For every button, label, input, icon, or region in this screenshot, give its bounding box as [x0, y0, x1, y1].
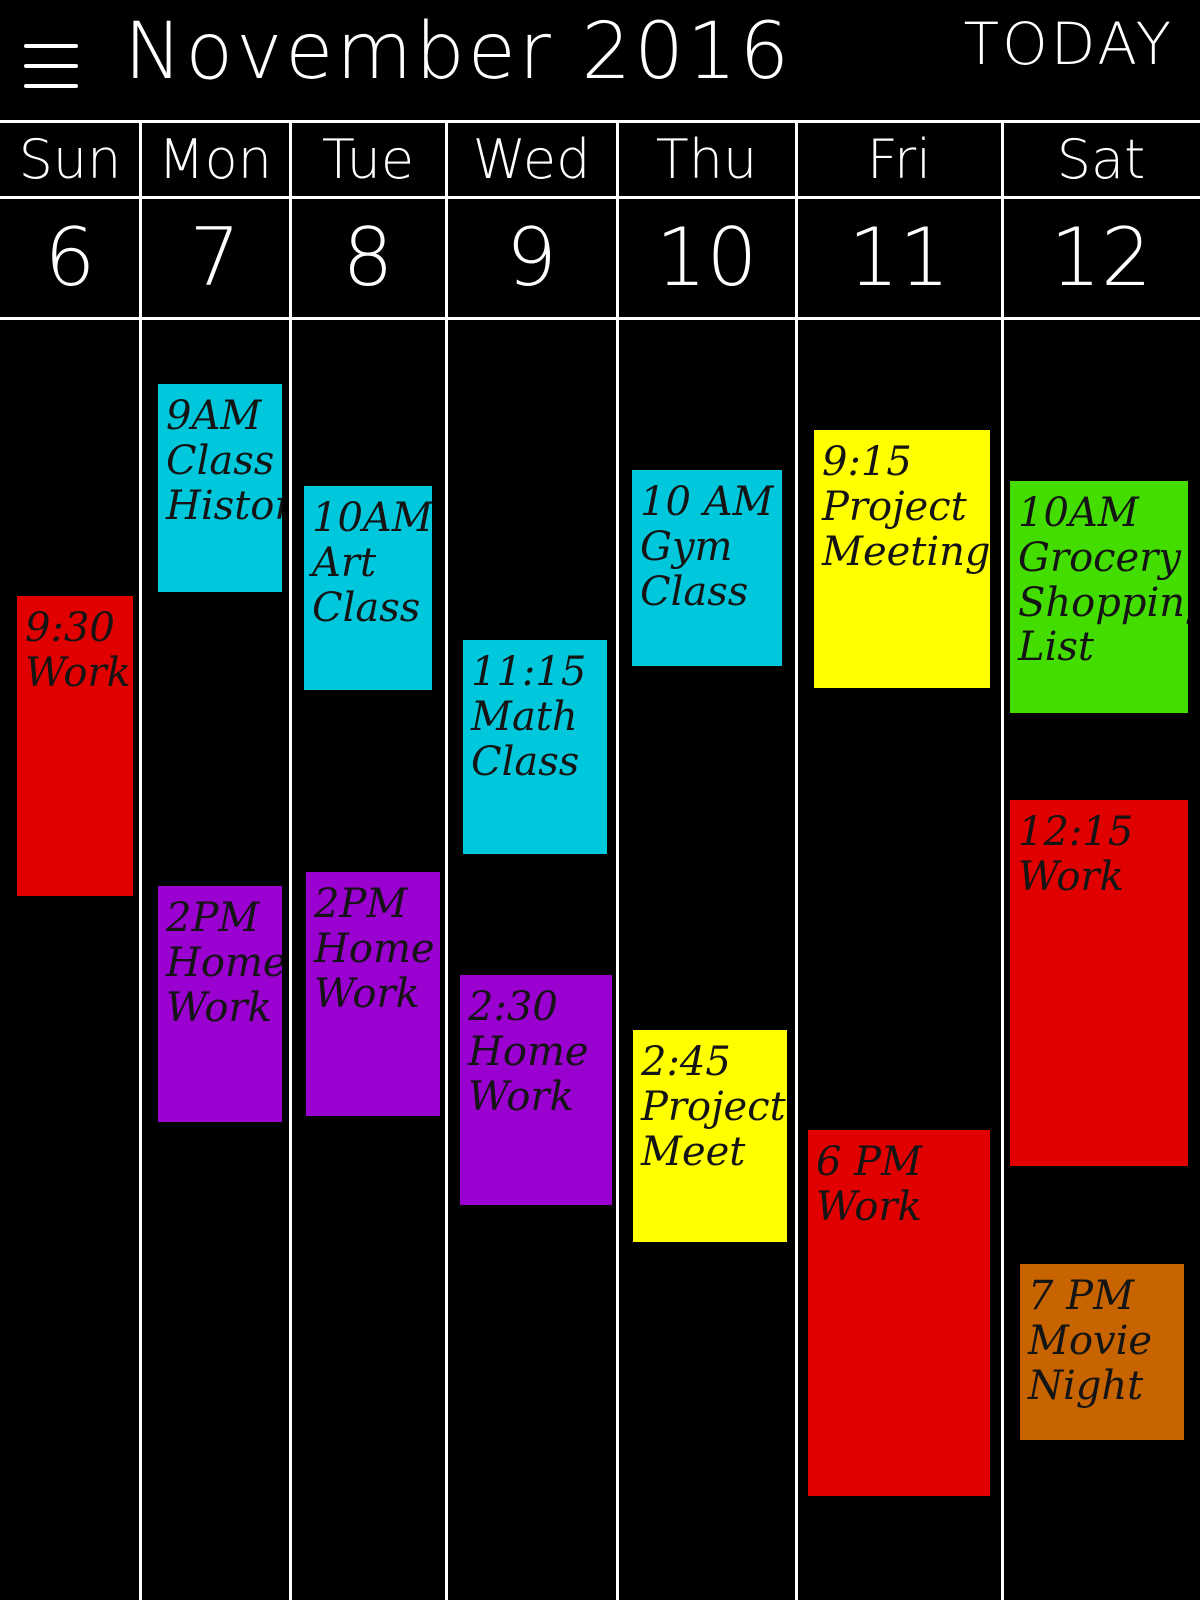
menu-bar-bottom: [24, 84, 78, 88]
event-time: 11:15: [471, 649, 587, 695]
event-sun-work[interactable]: 9:30 Work: [17, 596, 133, 896]
day-header-thu[interactable]: Thu: [617, 124, 796, 196]
event-fri-project-meeting[interactable]: 9:15 Project Meeting: [814, 430, 990, 688]
event-title: Grocery Shopping List: [1018, 534, 1188, 671]
event-mon-home-work[interactable]: 2PM Home Work: [158, 886, 282, 1122]
event-tue-art-class[interactable]: 10AM Art Class: [304, 486, 432, 690]
day-header-sat[interactable]: Sat: [1002, 124, 1200, 196]
event-title: Work: [1018, 853, 1124, 900]
event-thu-gym-class[interactable]: 10 AM Gym Class: [632, 470, 782, 666]
event-time: 2PM: [314, 881, 408, 927]
event-wed-home-work[interactable]: 2:30 Home Work: [460, 975, 612, 1205]
event-time: 10AM: [312, 495, 432, 541]
event-title: Art Class: [312, 539, 421, 631]
event-mon-class-history[interactable]: 9AMClass History: [158, 384, 282, 592]
hamburger-menu-icon[interactable]: [22, 40, 82, 96]
grid-vertical-line: [445, 120, 448, 1600]
today-button[interactable]: TODAY: [964, 10, 1174, 80]
grid-horizontal-line: [0, 317, 1200, 320]
day-header-sun[interactable]: Sun: [0, 124, 140, 196]
date-number-mon[interactable]: 7: [140, 200, 290, 316]
day-header-fri[interactable]: Fri: [796, 124, 1002, 196]
event-time: 6 PM: [816, 1139, 923, 1185]
calendar-header: November 2016 TODAY: [0, 0, 1200, 120]
event-tue-home-work[interactable]: 2PM Home Work: [306, 872, 440, 1116]
grid-horizontal-line: [0, 120, 1200, 123]
grid-vertical-line: [1001, 120, 1004, 1600]
menu-bar-middle: [24, 64, 78, 68]
grid-horizontal-line: [0, 196, 1200, 199]
event-time: 10AM: [1018, 490, 1139, 536]
day-header-tue[interactable]: Tue: [290, 124, 446, 196]
date-number-sun[interactable]: 6: [0, 200, 140, 316]
event-time: 2:45: [641, 1039, 731, 1085]
day-header-mon[interactable]: Mon: [140, 124, 290, 196]
event-time: 12:15: [1018, 809, 1134, 855]
event-title: Gym Class: [640, 523, 749, 615]
date-number-wed[interactable]: 9: [446, 200, 617, 316]
event-sat-movie-night[interactable]: 7 PM Movie Night: [1020, 1264, 1184, 1440]
date-number-sat[interactable]: 12: [1002, 200, 1200, 316]
event-title: Home Work: [314, 925, 435, 1017]
grid-vertical-line: [795, 120, 798, 1600]
event-time: 9:15: [822, 439, 912, 485]
event-fri-work[interactable]: 6 PM Work: [808, 1130, 990, 1496]
event-thu-project-meet[interactable]: 2:45 Project Meet: [633, 1030, 787, 1242]
event-title: Project Meeting: [822, 483, 990, 575]
event-time: 2:30: [468, 984, 558, 1030]
month-title: November 2016: [124, 7, 793, 97]
event-title: Project Meet: [641, 1083, 786, 1175]
menu-bar-top: [24, 44, 78, 48]
date-number-fri[interactable]: 11: [796, 200, 1002, 316]
date-number-thu[interactable]: 10: [617, 200, 796, 316]
event-title: Home Work: [166, 939, 282, 1031]
event-time: 9:30: [25, 605, 115, 651]
event-time: 9AM: [166, 393, 262, 439]
event-title: Movie Night: [1028, 1317, 1153, 1409]
event-time: 2PM: [166, 895, 260, 941]
event-title: Work: [816, 1183, 922, 1230]
grid-vertical-line: [289, 120, 292, 1600]
grid-vertical-line: [139, 120, 142, 1600]
event-wed-math-class[interactable]: 11:15 Math Class: [463, 640, 607, 854]
event-title: Class History: [166, 437, 282, 529]
day-header-wed[interactable]: Wed: [446, 124, 617, 196]
event-sat-work[interactable]: 12:15 Work: [1010, 800, 1188, 1166]
event-title: Home Work: [468, 1028, 589, 1120]
event-time: 10 AM: [640, 479, 774, 525]
event-sat-grocery-shopping-list[interactable]: 10AMGrocery Shopping List: [1010, 481, 1188, 713]
date-number-tue[interactable]: 8: [290, 200, 446, 316]
event-title: Work: [25, 649, 131, 696]
event-title: Math Class: [471, 693, 580, 785]
event-time: 7 PM: [1028, 1273, 1135, 1319]
grid-vertical-line: [616, 120, 619, 1600]
